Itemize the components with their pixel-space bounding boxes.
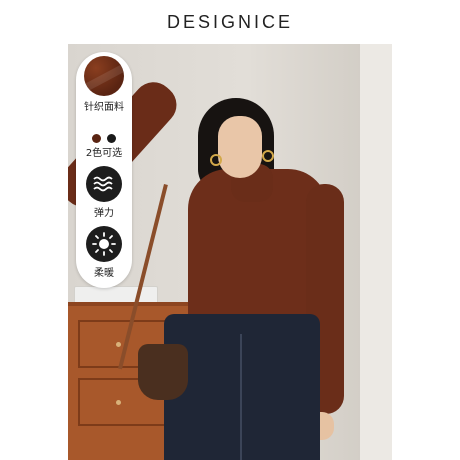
color-dots (76, 134, 132, 143)
drawer-knob (116, 400, 121, 405)
earring (262, 150, 274, 162)
earring (210, 154, 222, 166)
fabric-label: 针织面料 (84, 102, 124, 113)
elastic-label: 弹力 (94, 208, 114, 219)
wall-panel (360, 44, 392, 460)
color-swatch-black (107, 134, 116, 143)
warm-label: 柔暖 (94, 268, 114, 279)
fabric-swatch-icon (84, 56, 124, 96)
wave-icon (86, 166, 122, 202)
jeans-seam (240, 334, 242, 460)
drawer-knob (116, 342, 121, 347)
colors-label: 2色可选 (85, 148, 123, 159)
sun-icon (86, 226, 122, 262)
shoulder-bag (138, 344, 188, 400)
feature-badge-column: 针织面料 2色可选 弹力 柔暖 (76, 52, 132, 288)
model-jeans (164, 314, 320, 460)
color-swatch-brown (92, 134, 101, 143)
brand-logo: DESIGNICE (166, 11, 294, 32)
model-face (218, 116, 262, 178)
